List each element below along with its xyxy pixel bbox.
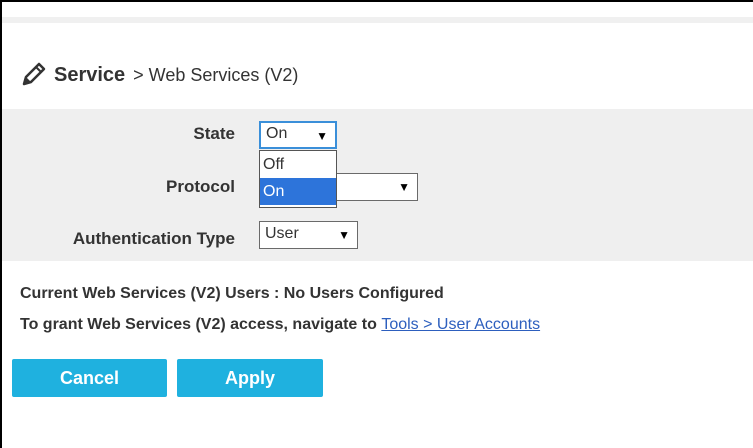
state-value: On — [266, 125, 288, 142]
chevron-down-icon: ▼ — [398, 180, 410, 194]
state-select[interactable]: On ▼ — [259, 121, 337, 149]
state-option-off[interactable]: Off — [260, 151, 336, 178]
page-title: Service — [54, 63, 126, 86]
apply-button[interactable]: Apply — [177, 359, 323, 397]
chevron-down-icon: ▼ — [338, 228, 350, 242]
breadcrumb: > Web Services (V2) — [133, 64, 299, 85]
auth-type-value: User — [265, 225, 299, 242]
state-option-on[interactable]: On — [260, 178, 336, 205]
top-band — [2, 17, 753, 23]
protocol-label: Protocol — [166, 177, 235, 196]
state-label: State — [193, 124, 235, 143]
page-header: Service > Web Services (V2) — [18, 60, 298, 90]
grant-access-text: To grant Web Services (V2) access, navig… — [20, 316, 540, 334]
pencil-icon — [22, 62, 46, 86]
grant-access-prefix: To grant Web Services (V2) access, navig… — [20, 316, 377, 333]
user-accounts-link[interactable]: Tools > User Accounts — [381, 316, 540, 333]
current-users-text: Current Web Services (V2) Users : No Use… — [20, 285, 444, 302]
cancel-button[interactable]: Cancel — [12, 359, 167, 397]
auth-type-label: Authentication Type — [72, 229, 235, 248]
chevron-down-icon: ▼ — [316, 129, 328, 143]
state-dropdown-list[interactable]: Off On — [259, 150, 337, 208]
auth-type-select[interactable]: User ▼ — [259, 221, 358, 249]
